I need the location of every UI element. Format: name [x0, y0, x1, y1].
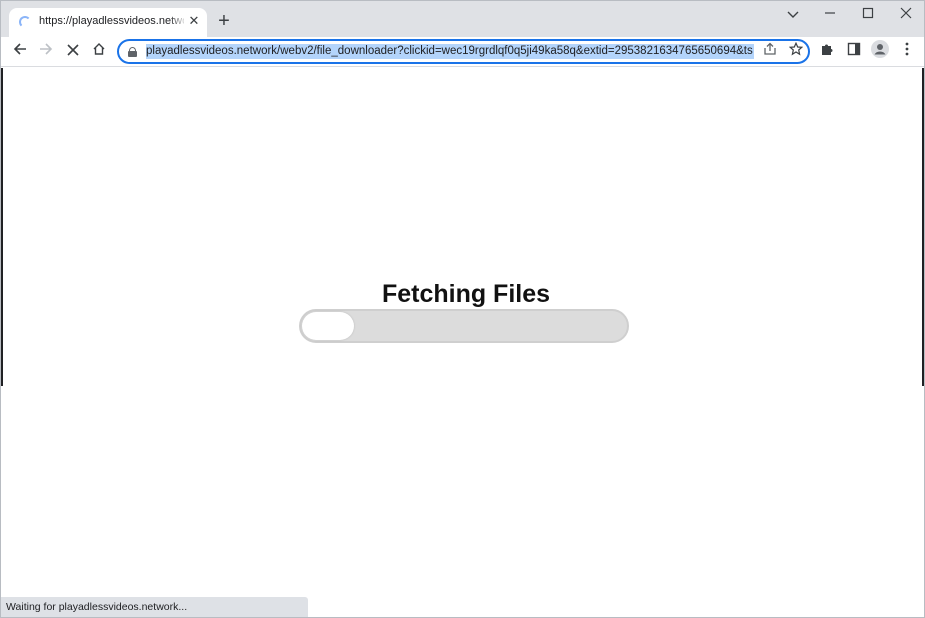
page-heading: Fetching Files — [381, 280, 551, 308]
lock-icon[interactable] — [128, 47, 137, 57]
back-arrow-icon[interactable] — [8, 40, 32, 64]
address-bar[interactable]: playadlessvideos.network/webv2/file_down… — [117, 39, 810, 64]
tab-strip: https://playadlessvideos.network/webv2/f… — [1, 1, 924, 37]
tab-search-chevron-down-icon[interactable] — [780, 5, 806, 23]
progress-bar — [299, 309, 629, 343]
browser-window: https://playadlessvideos.network/webv2/f… — [0, 0, 925, 618]
tab-title-fade — [169, 12, 187, 32]
page-content: Fetching Files — [1, 68, 924, 617]
tab-title: https://playadlessvideos.network/webv2/f… — [39, 15, 184, 27]
window-close-icon[interactable] — [893, 5, 919, 23]
browser-toolbar: playadlessvideos.network/webv2/file_down… — [1, 37, 924, 67]
extensions-puzzle-icon[interactable] — [815, 40, 839, 64]
left-edge-line — [1, 68, 3, 386]
progress-knob — [302, 312, 354, 340]
url-text[interactable]: playadlessvideos.network/webv2/file_down… — [146, 44, 754, 59]
home-icon[interactable] — [87, 40, 111, 64]
spinner-icon — [19, 16, 31, 28]
maximize-icon[interactable] — [855, 5, 881, 23]
minimize-icon[interactable] — [817, 5, 843, 23]
status-bar: Waiting for playadlessvideos.network... — [1, 597, 308, 617]
bookmark-star-icon[interactable] — [786, 41, 806, 62]
right-edge-line — [922, 68, 924, 386]
side-panel-icon[interactable] — [842, 40, 866, 64]
browser-tab-active[interactable]: https://playadlessvideos.network/webv2/f… — [9, 8, 207, 37]
new-tab-button[interactable]: + — [214, 11, 234, 31]
tab-close-icon[interactable]: ✕ — [187, 14, 201, 28]
stop-loading-icon[interactable] — [61, 40, 85, 64]
profile-avatar-icon[interactable] — [868, 40, 892, 64]
forward-arrow-icon[interactable] — [34, 40, 58, 64]
kebab-menu-icon[interactable] — [895, 40, 919, 64]
share-icon[interactable] — [760, 42, 780, 62]
